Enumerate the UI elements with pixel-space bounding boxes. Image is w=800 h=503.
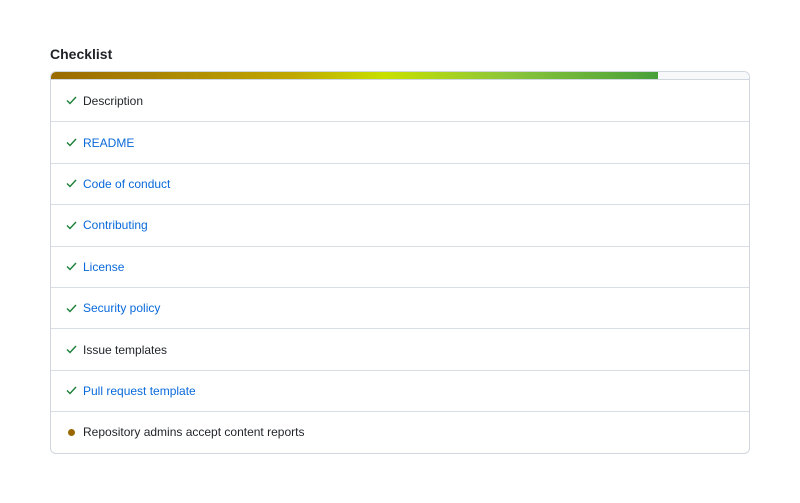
checklist-box: Description README Code of conduct Contribu…	[50, 71, 750, 454]
checklist-item-label[interactable]: Security policy	[83, 301, 160, 315]
checklist-item: Description	[51, 80, 749, 121]
checklist-item: Pull request template	[51, 370, 749, 411]
checklist-item-label: Description	[83, 94, 143, 108]
check-icon	[65, 344, 77, 356]
check-icon	[65, 137, 77, 149]
check-icon	[65, 95, 77, 107]
check-icon	[65, 261, 77, 273]
checklist-item-label[interactable]: License	[83, 260, 124, 274]
pending-dot-icon	[65, 426, 77, 438]
checklist-title: Checklist	[50, 46, 112, 62]
checklist-item-label[interactable]: Contributing	[83, 218, 148, 232]
checklist-item: Security policy	[51, 287, 749, 328]
progress-fill	[51, 72, 658, 79]
checklist-item-label: Issue templates	[83, 343, 167, 357]
checklist-item: Repository admins accept content reports	[51, 411, 749, 452]
checklist-item: License	[51, 246, 749, 287]
checklist-item: Code of conduct	[51, 163, 749, 204]
checklist-item: Issue templates	[51, 328, 749, 369]
checklist-item: Contributing	[51, 204, 749, 245]
check-icon	[65, 178, 77, 190]
progress-bar	[51, 72, 749, 80]
check-icon	[65, 219, 77, 231]
checklist-item-label: Repository admins accept content reports	[83, 425, 304, 439]
checklist-item-label[interactable]: README	[83, 136, 134, 150]
checklist-item: README	[51, 121, 749, 162]
check-icon	[65, 302, 77, 314]
checklist-item-label[interactable]: Code of conduct	[83, 177, 170, 191]
check-icon	[65, 385, 77, 397]
checklist-item-label[interactable]: Pull request template	[83, 384, 196, 398]
